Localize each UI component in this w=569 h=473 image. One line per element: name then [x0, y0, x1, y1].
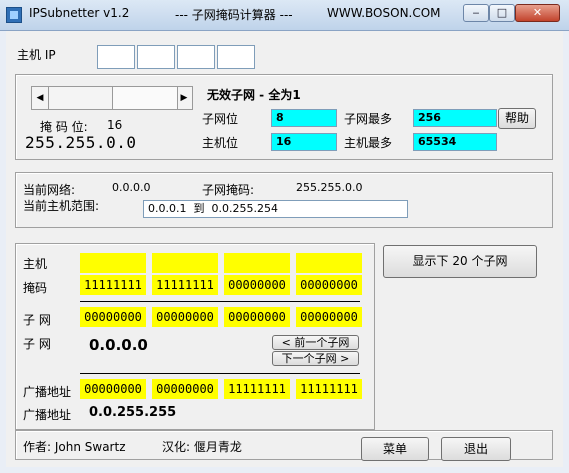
host-bits-field: 16: [271, 133, 337, 151]
author-label: 作者: John Swartz: [23, 440, 126, 454]
broadcast-octet-1-bits: 00000000: [80, 379, 146, 399]
previous-subnet-button[interactable]: < 前一个子网: [272, 335, 359, 350]
host-ip-octet-1[interactable]: [97, 45, 135, 69]
mask-binary-label: 掩码: [23, 281, 48, 295]
subnet-mask-label: 子网掩码:: [202, 183, 255, 197]
subnet-binary-label: 子 网: [23, 313, 51, 327]
max-hosts-field: 65534: [413, 133, 497, 151]
close-button[interactable]: ✕: [515, 4, 560, 22]
subnet-address-value: 0.0.0.0: [89, 336, 148, 354]
mask-value: 255.255.0.0: [25, 133, 137, 152]
maximize-icon: □: [496, 6, 508, 19]
subnet-octet-4-bits: 00000000: [296, 307, 362, 327]
subnet-octet-1-bits: 00000000: [80, 307, 146, 327]
host-bits-label: 主机位: [202, 136, 239, 150]
mask-octet-4-bits: 00000000: [296, 275, 362, 295]
subnet-octet-2-bits: 00000000: [152, 307, 218, 327]
divider: [80, 373, 360, 374]
mask-bits-value: 16: [107, 118, 123, 132]
subnet-bits-label: 子网位: [202, 112, 239, 126]
broadcast-octet-2-bits: 00000000: [152, 379, 218, 399]
slider-right-arrow-icon[interactable]: ▶: [176, 87, 192, 109]
mask-bits-slider[interactable]: ◀ ▶: [31, 86, 193, 110]
host-octet-3-bits: [224, 253, 290, 273]
next-subnet-button[interactable]: 下一个子网 >: [272, 351, 359, 366]
max-hosts-label: 主机最多: [344, 136, 393, 150]
help-button[interactable]: 帮助: [498, 108, 536, 129]
slider-thumb[interactable]: [112, 87, 178, 109]
close-icon: ✕: [532, 6, 543, 19]
minimize-button[interactable]: ‒: [463, 4, 489, 22]
mask-octet-2-bits: 11111111: [152, 275, 218, 295]
app-icon: [6, 7, 22, 23]
app-title: IPSubnetter v1.2: [29, 6, 130, 20]
mask-octet-3-bits: 00000000: [224, 275, 290, 295]
host-ip-label: 主机 IP: [17, 48, 56, 62]
broadcast-octet-4-bits: 11111111: [296, 379, 362, 399]
window-subtitle: --- 子网掩码计算器 ---: [175, 8, 293, 22]
host-range-field[interactable]: 0.0.0.1 到 0.0.255.254: [143, 200, 408, 218]
subnet-bits-field: 8: [271, 109, 337, 127]
broadcast-binary-label: 广播地址: [23, 385, 72, 399]
subnet-address-label: 子 网: [23, 337, 51, 351]
broadcast-address-label: 广播地址: [23, 408, 72, 422]
show-next-20-subnets-button[interactable]: 显示下 20 个子网: [383, 245, 537, 278]
current-network-label: 当前网络:: [23, 183, 76, 197]
localizer-label: 汉化: 偃月青龙: [162, 440, 242, 454]
host-ip-octet-3[interactable]: [177, 45, 215, 69]
broadcast-address-value: 0.0.255.255: [89, 405, 177, 420]
max-subnets-label: 子网最多: [344, 112, 393, 126]
host-ip-octet-2[interactable]: [137, 45, 175, 69]
exit-button[interactable]: 退出: [441, 437, 511, 461]
subnet-status: 无效子网 - 全为1: [207, 88, 301, 102]
max-subnets-field: 256: [413, 109, 497, 127]
slider-left-arrow-icon[interactable]: ◀: [32, 87, 49, 109]
host-octet-4-bits: [296, 253, 362, 273]
website-label: WWW.BOSON.COM: [327, 6, 441, 20]
host-range-label: 当前主机范围:: [23, 199, 100, 213]
mask-octet-1-bits: 11111111: [80, 275, 146, 295]
maximize-button[interactable]: □: [489, 4, 515, 22]
host-octet-1-bits: [80, 253, 146, 273]
host-binary-label: 主机: [23, 257, 48, 271]
subnet-octet-3-bits: 00000000: [224, 307, 290, 327]
divider: [80, 301, 360, 302]
host-octet-2-bits: [152, 253, 218, 273]
minimize-icon: ‒: [472, 6, 480, 19]
current-network-value: 0.0.0.0: [112, 181, 151, 194]
subnet-mask-value: 255.255.0.0: [296, 181, 363, 194]
menu-button[interactable]: 菜单: [361, 437, 429, 461]
host-ip-octet-4[interactable]: [217, 45, 255, 69]
broadcast-octet-3-bits: 11111111: [224, 379, 290, 399]
